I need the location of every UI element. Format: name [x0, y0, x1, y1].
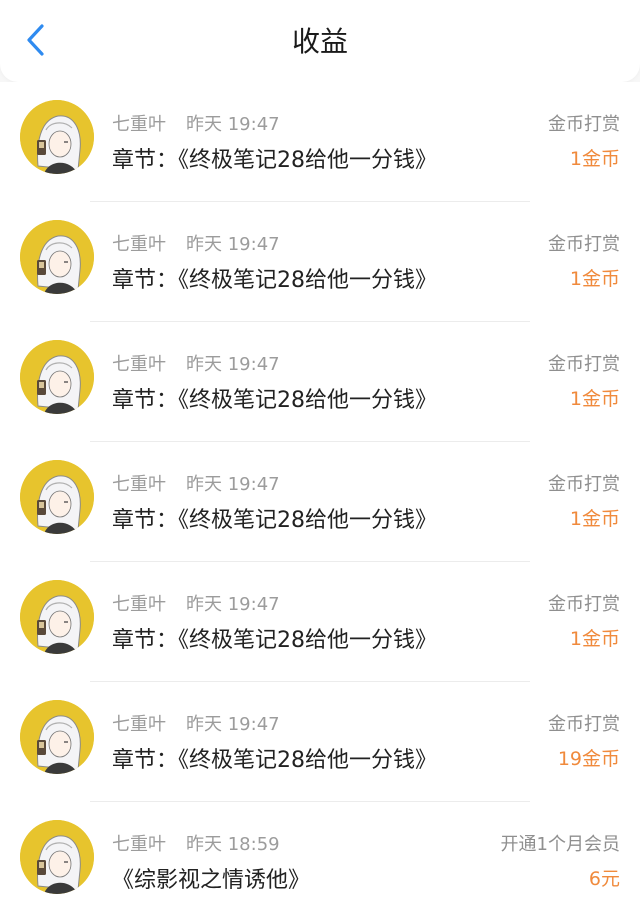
avatar[interactable] [20, 580, 94, 654]
record-amount: 6元 [588, 868, 620, 890]
record-meta: 七重叶 昨天 19:47 [112, 470, 280, 496]
list-item[interactable]: 七重叶 昨天 19:47 章节：《终极笔记28给他一分钱》 金币打赏 1金币 [0, 202, 640, 322]
record-amount: 19金币 [557, 748, 620, 770]
list-item[interactable]: 七重叶 昨天 18:59 《综影视之情诱他》 开通1个月会员 6元 [0, 802, 640, 922]
record-type: 金币打赏 [548, 714, 620, 735]
top-bar: 收益 [0, 0, 640, 82]
record-amount: 1金币 [569, 628, 620, 650]
avatar[interactable] [20, 700, 94, 774]
username: 七重叶 [112, 474, 166, 495]
record-meta: 七重叶 昨天 19:47 [112, 710, 280, 736]
avatar[interactable] [20, 100, 94, 174]
avatar-illustration [20, 460, 94, 534]
record-type: 金币打赏 [548, 234, 620, 255]
timestamp: 昨天 19:47 [186, 474, 280, 495]
timestamp: 昨天 19:47 [186, 234, 280, 255]
record-type: 金币打赏 [548, 594, 620, 615]
record-type: 开通1个月会员 [500, 834, 620, 855]
list-item[interactable]: 七重叶 昨天 19:47 章节：《终极笔记28给他一分钱》 金币打赏 1金币 [0, 562, 640, 682]
list-item[interactable]: 七重叶 昨天 19:47 章节：《终极笔记28给他一分钱》 金币打赏 1金币 [0, 442, 640, 562]
record-amount: 1金币 [569, 148, 620, 170]
record-amount: 1金币 [569, 268, 620, 290]
username: 七重叶 [112, 714, 166, 735]
record-type: 金币打赏 [548, 114, 620, 135]
username: 七重叶 [112, 354, 166, 375]
record-type: 金币打赏 [548, 354, 620, 375]
avatar-illustration [20, 340, 94, 414]
avatar-illustration [20, 700, 94, 774]
earnings-list: 七重叶 昨天 19:47 章节：《终极笔记28给他一分钱》 金币打赏 1金币 七重… [0, 82, 640, 922]
timestamp: 昨天 19:47 [186, 354, 280, 375]
record-content: 《综影视之情诱他》 [112, 868, 311, 893]
timestamp: 昨天 19:47 [186, 714, 280, 735]
list-item[interactable]: 七重叶 昨天 19:47 章节：《终极笔记28给他一分钱》 金币打赏 1金币 [0, 82, 640, 202]
record-content: 章节：《终极笔记28给他一分钱》 [112, 388, 437, 413]
list-item[interactable]: 七重叶 昨天 19:47 章节：《终极笔记28给他一分钱》 金币打赏 19金币 [0, 682, 640, 802]
record-meta: 七重叶 昨天 19:47 [112, 110, 280, 136]
list-item[interactable]: 七重叶 昨天 19:47 章节：《终极笔记28给他一分钱》 金币打赏 1金币 [0, 322, 640, 442]
avatar[interactable] [20, 820, 94, 894]
avatar-illustration [20, 820, 94, 894]
username: 七重叶 [112, 834, 166, 855]
avatar[interactable] [20, 340, 94, 414]
avatar-illustration [20, 220, 94, 294]
record-content: 章节：《终极笔记28给他一分钱》 [112, 748, 437, 773]
record-content: 章节：《终极笔记28给他一分钱》 [112, 628, 437, 653]
timestamp: 昨天 18:59 [186, 834, 280, 855]
record-meta: 七重叶 昨天 19:47 [112, 350, 280, 376]
record-meta: 七重叶 昨天 19:47 [112, 590, 280, 616]
username: 七重叶 [112, 234, 166, 255]
page-title: 收益 [291, 25, 348, 58]
record-content: 章节：《终极笔记28给他一分钱》 [112, 508, 437, 533]
username: 七重叶 [112, 114, 166, 135]
username: 七重叶 [112, 594, 166, 615]
record-meta: 七重叶 昨天 19:47 [112, 230, 280, 256]
record-meta: 七重叶 昨天 18:59 [112, 830, 280, 856]
record-type: 金币打赏 [548, 474, 620, 495]
timestamp: 昨天 19:47 [186, 114, 280, 135]
avatar-illustration [20, 100, 94, 174]
record-content: 章节：《终极笔记28给他一分钱》 [112, 268, 437, 293]
record-amount: 1金币 [569, 508, 620, 530]
record-amount: 1金币 [569, 388, 620, 410]
avatar-illustration [20, 580, 94, 654]
record-content: 章节：《终极笔记28给他一分钱》 [112, 148, 437, 173]
timestamp: 昨天 19:47 [186, 594, 280, 615]
avatar[interactable] [20, 220, 94, 294]
avatar[interactable] [20, 460, 94, 534]
